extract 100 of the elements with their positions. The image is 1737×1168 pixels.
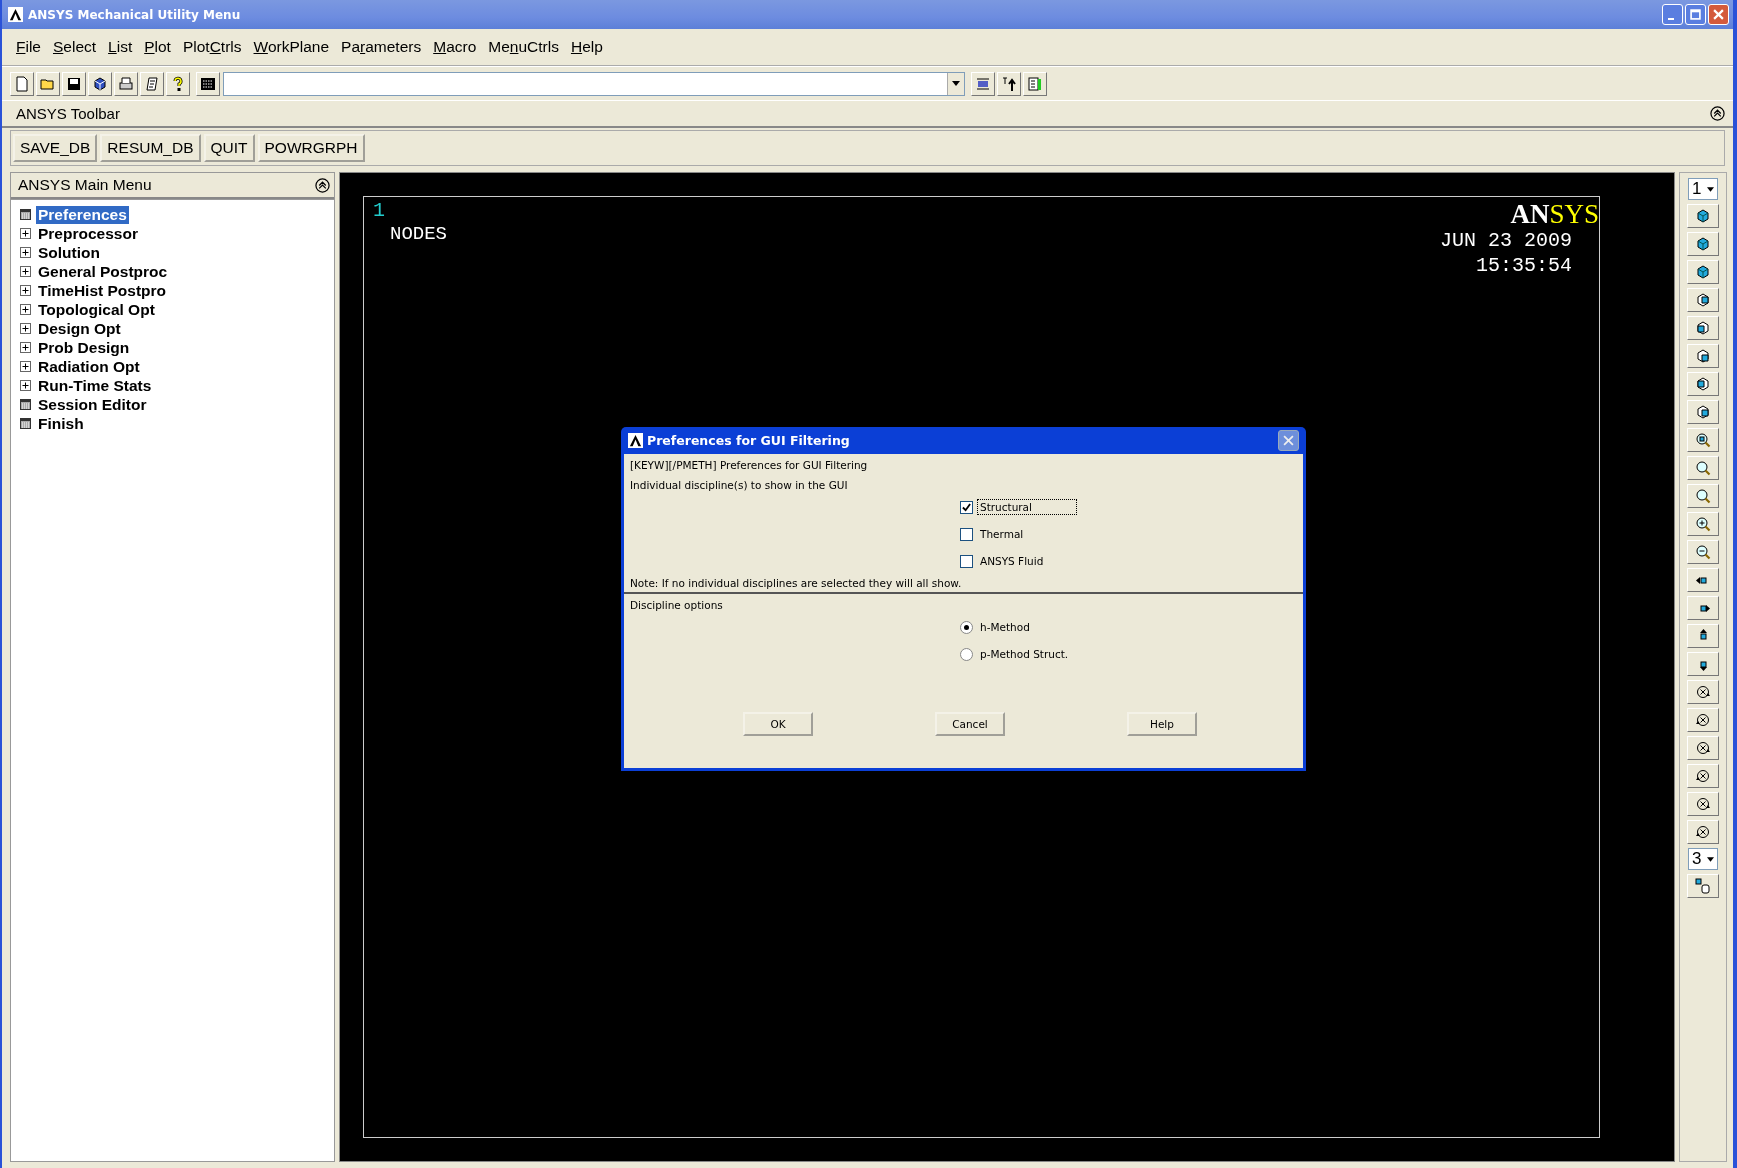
checkbox[interactable] <box>960 554 973 568</box>
view-button[interactable] <box>1687 792 1719 816</box>
menu-item[interactable]: Preferences <box>36 205 129 224</box>
view-button[interactable] <box>1687 260 1719 284</box>
view-button[interactable] <box>1687 652 1719 676</box>
menu-item[interactable]: Design Opt <box>36 319 123 338</box>
toolbar-button[interactable]: QUIT <box>203 134 255 162</box>
menu-item[interactable]: Macro <box>427 38 483 56</box>
expand-icon[interactable] <box>20 228 31 239</box>
report-button[interactable] <box>140 71 164 96</box>
view-button[interactable] <box>1687 736 1719 760</box>
menu-item[interactable]: TimeHist Postpro <box>36 281 169 300</box>
menu-item[interactable]: Radiation Opt <box>36 357 142 376</box>
view-button[interactable] <box>1687 568 1719 592</box>
radio-label[interactable]: h-Method <box>977 619 1033 635</box>
view-button[interactable] <box>1687 680 1719 704</box>
menu-item[interactable]: Finish <box>36 414 86 433</box>
view-button[interactable] <box>1687 708 1719 732</box>
menu-item[interactable]: List <box>102 38 139 56</box>
plot-date: JUN 23 2009 <box>1439 228 1572 253</box>
menu-item[interactable]: Session Editor <box>36 395 149 414</box>
expand-icon[interactable] <box>20 342 31 353</box>
dialog-button[interactable]: Cancel <box>935 712 1005 736</box>
view-button[interactable] <box>1687 624 1719 648</box>
collapse-icon[interactable] <box>1710 106 1725 121</box>
menu-item[interactable]: Parameters <box>335 38 428 56</box>
menu-item[interactable]: General Postproc <box>36 262 170 281</box>
toolbar-button[interactable]: POWRGRPH <box>257 134 365 162</box>
menu-item[interactable]: File <box>10 38 47 56</box>
toolbar-button[interactable]: SAVE_DB <box>13 134 98 162</box>
expand-icon[interactable] <box>20 247 31 258</box>
radio-button[interactable] <box>960 647 973 661</box>
logo-icon <box>8 7 23 22</box>
dialog-button[interactable]: OK <box>743 712 813 736</box>
expand-icon[interactable] <box>20 266 31 277</box>
command-input[interactable] <box>223 71 965 96</box>
toolbar-button[interactable] <box>997 71 1021 96</box>
menu-item[interactable]: Run-Time Stats <box>36 376 154 395</box>
view-button[interactable] <box>1687 288 1719 312</box>
menu-item[interactable]: PlotCtrls <box>176 38 248 56</box>
plot-label: NODES <box>390 223 447 245</box>
view-button[interactable] <box>1687 596 1719 620</box>
increment-dropdown[interactable]: 3 <box>1688 848 1718 870</box>
cube-icon <box>1695 236 1711 252</box>
view-button[interactable] <box>1687 512 1719 536</box>
rotate-icon <box>1695 768 1711 784</box>
cube-icon <box>1695 404 1711 420</box>
caret-icon <box>1707 186 1714 192</box>
close-button[interactable] <box>1278 430 1299 451</box>
save-button[interactable] <box>62 71 86 96</box>
expand-icon[interactable] <box>20 323 31 334</box>
view-button[interactable] <box>1687 232 1719 256</box>
expand-icon[interactable] <box>20 285 31 296</box>
menu-item[interactable]: Select <box>47 38 103 56</box>
view-button[interactable] <box>1687 344 1719 368</box>
rotate-icon <box>1695 824 1711 840</box>
menu-item[interactable]: Solution <box>36 243 102 262</box>
new-file-button[interactable] <box>10 71 34 96</box>
view-button[interactable] <box>1687 764 1719 788</box>
maximize-button[interactable] <box>1685 4 1706 25</box>
view-button[interactable] <box>1687 484 1719 508</box>
checkbox-label[interactable]: Structural <box>977 499 1077 515</box>
toolbar-button[interactable]: RESUM_DB <box>100 134 201 162</box>
expand-icon[interactable] <box>20 304 31 315</box>
checkbox-label[interactable]: ANSYS Fluid <box>977 553 1047 569</box>
view-button[interactable] <box>1687 316 1719 340</box>
view-button[interactable] <box>1687 372 1719 396</box>
open-button[interactable] <box>36 71 60 96</box>
minimize-button[interactable] <box>1662 4 1683 25</box>
menu-item[interactable]: Prob Design <box>36 338 132 357</box>
resume-button[interactable] <box>88 71 112 96</box>
view-button[interactable] <box>1687 400 1719 424</box>
checkbox[interactable] <box>960 500 973 514</box>
menu-item[interactable]: Topological Opt <box>36 300 157 319</box>
page-icon <box>20 418 31 429</box>
menu-item[interactable]: WorkPlane <box>247 38 336 56</box>
checkbox[interactable] <box>960 527 973 541</box>
help-button[interactable] <box>166 71 190 96</box>
collapse-icon[interactable] <box>315 177 330 193</box>
radio-button[interactable] <box>960 620 973 634</box>
view-button[interactable] <box>1687 428 1719 452</box>
menu-item[interactable]: Preprocessor <box>36 224 140 243</box>
minimize-icon <box>1668 17 1674 20</box>
checkbox-label[interactable]: Thermal <box>977 526 1027 542</box>
view-button[interactable] <box>1687 456 1719 480</box>
pages-icon <box>144 75 160 92</box>
keyboard-button[interactable] <box>196 71 220 96</box>
menu-item[interactable]: Help <box>564 38 609 56</box>
view-button[interactable] <box>1687 874 1719 898</box>
dialog-button[interactable]: Help <box>1127 712 1197 736</box>
print-button[interactable] <box>114 71 138 96</box>
view-button[interactable] <box>1687 540 1719 564</box>
view-button[interactable] <box>1687 820 1719 844</box>
window-dropdown[interactable]: 1 <box>1688 178 1718 200</box>
radio-label[interactable]: p-Method Struct. <box>977 646 1072 662</box>
expand-icon[interactable] <box>20 361 31 372</box>
menu-item[interactable]: Plot <box>138 38 177 56</box>
menu-item[interactable]: MenuCtrls <box>482 38 565 56</box>
expand-icon[interactable] <box>20 380 31 391</box>
view-button[interactable] <box>1687 204 1719 228</box>
